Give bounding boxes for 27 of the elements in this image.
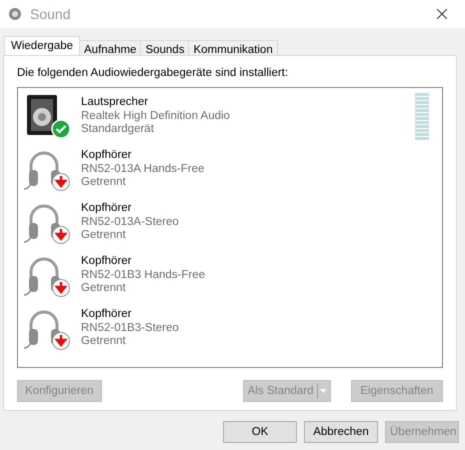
tab[interactable]: Aufnahme [79, 40, 142, 55]
level-meter [415, 93, 429, 140]
device-status: Getrennt [81, 229, 127, 242]
dialog-button[interactable]: OK [223, 421, 297, 443]
device-detail: RN52-01B3 Hands-Free [81, 268, 206, 282]
device-name: Kopfhörer [81, 255, 133, 268]
speaker-icon [8, 7, 22, 21]
device-status: Standardgerät [81, 123, 155, 136]
device-detail: RN52-013A-Stereo [81, 216, 179, 229]
intro-text: Die folgenden Audiowiedergabegeräte sind installiert: [17, 67, 290, 79]
device-status: Getrennt [81, 176, 127, 190]
tab[interactable]: Kommunikation [188, 40, 278, 55]
device-name: Kopfhörer [81, 202, 133, 216]
device-detail: RN52-013A Hands-Free [81, 162, 204, 176]
caret-icon [320, 388, 327, 394]
close-icon [437, 9, 447, 19]
device-detail: Realtek High Definition Audio [81, 110, 230, 123]
device-name: Kopfhörer [81, 149, 133, 162]
device-status: Getrennt [81, 282, 127, 296]
tab[interactable]: Wiedergabe [4, 36, 80, 55]
window-title: Sound [30, 6, 70, 22]
dialog-button[interactable]: Abbrechen [304, 421, 378, 443]
device-name: Kopfhörer [81, 308, 133, 322]
tab[interactable]: Sounds [140, 40, 190, 55]
device-detail: RN52-01B3-Stereo [81, 322, 179, 335]
device-name: Lautsprecher [81, 96, 150, 110]
device-status: Getrennt [81, 335, 127, 348]
